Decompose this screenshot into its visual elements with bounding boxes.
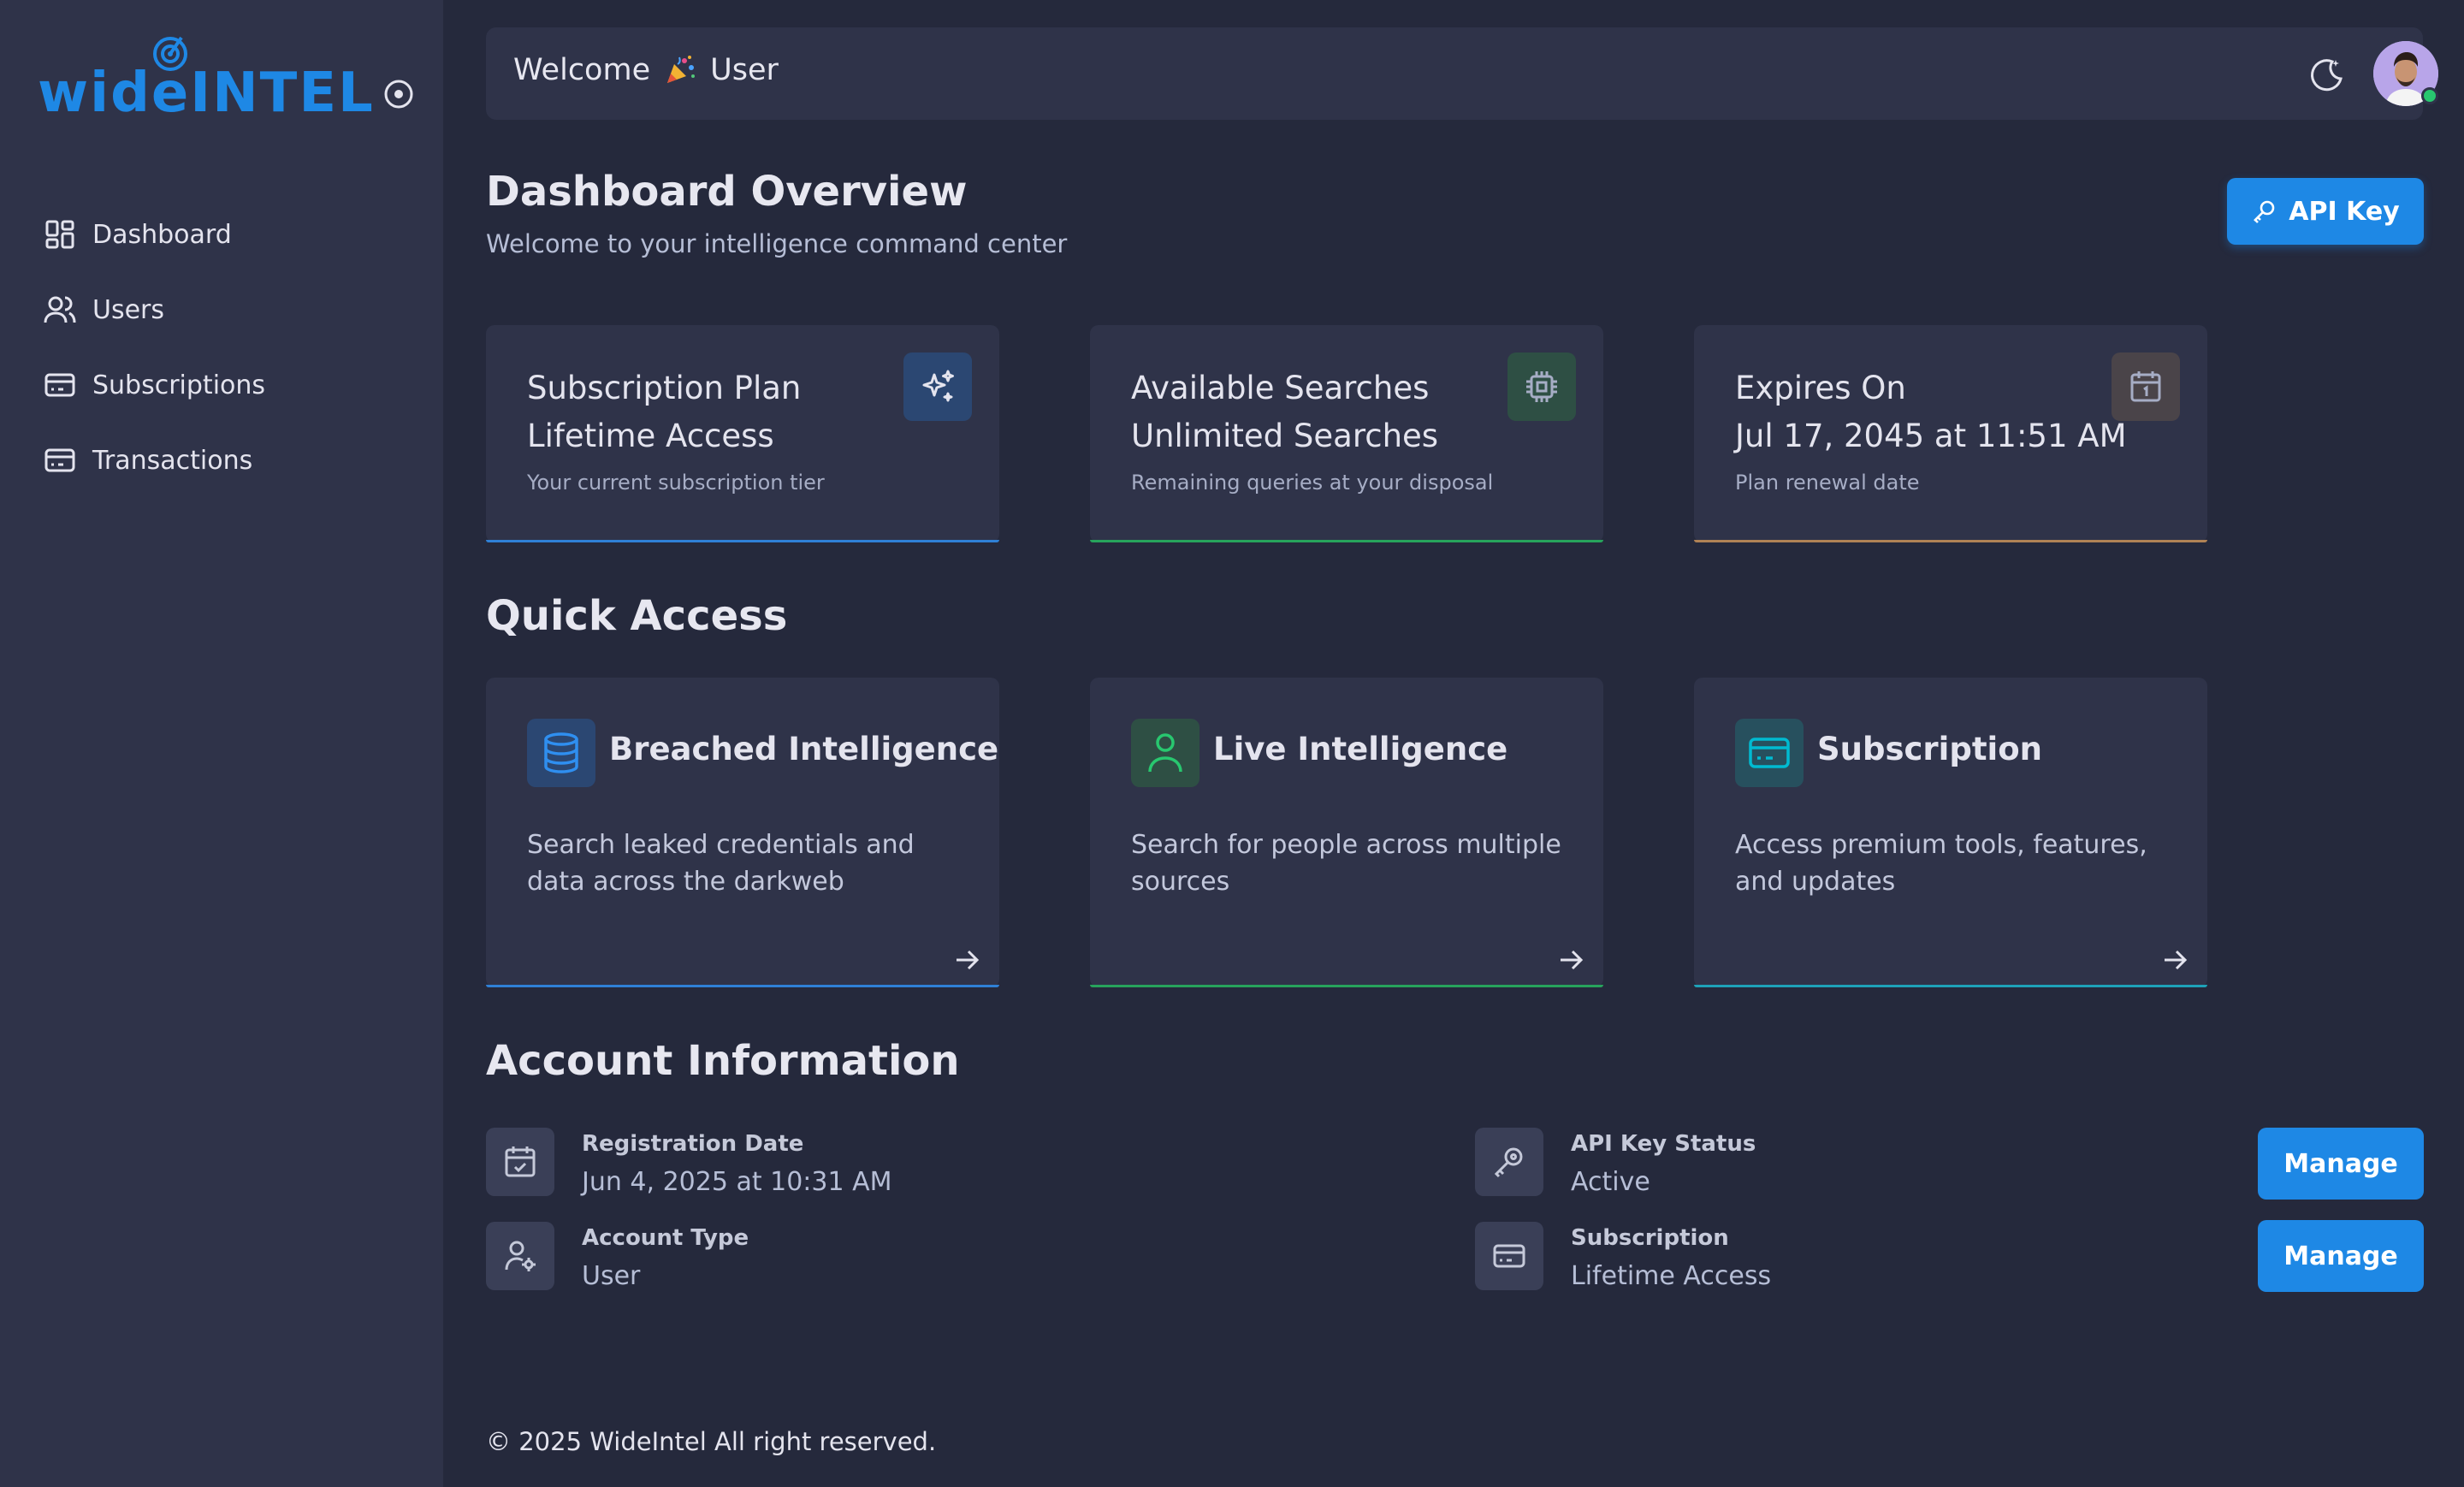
footer-copyright: © 2025 WideIntel All right reserved.	[486, 1427, 937, 1456]
brand-logo[interactable]: wideINTEL	[38, 33, 373, 125]
api-key-status-info: API Key Status Active	[1571, 1128, 1756, 1197]
topbar: Welcome User	[486, 27, 2438, 120]
database-icon	[527, 719, 595, 787]
card-description: Access premium tools, features, and upda…	[1735, 830, 2147, 897]
manage-api-key-button[interactable]: Manage	[2258, 1128, 2424, 1200]
stat-description: Remaining queries at your disposal	[1131, 471, 1494, 495]
sidebar-item-subscriptions[interactable]: Subscriptions	[0, 347, 443, 423]
registration-date-row: Registration Date Jun 4, 2025 at 10:31 A…	[486, 1128, 892, 1197]
card-accent-line	[1694, 985, 2207, 987]
card-title: Breached Intelligence	[609, 731, 999, 767]
stat-card-available-searches: Available Searches Unlimited Searches Re…	[1090, 325, 1603, 542]
sidebar: wideINTEL Dashboard Users Subscriptions …	[0, 0, 443, 1487]
account-type-info: Account Type User	[582, 1222, 749, 1291]
stat-description: Plan renewal date	[1735, 471, 1920, 495]
stat-card-expires-on: Expires On Jul 17, 2045 at 11:51 AM Plan…	[1694, 325, 2207, 542]
info-key: Subscription	[1571, 1225, 1729, 1251]
card-accent-line	[1694, 540, 2207, 542]
key-icon	[1475, 1128, 1543, 1196]
card-icon	[43, 443, 77, 477]
card-accent-line	[1090, 985, 1603, 987]
key-icon	[2251, 198, 2277, 224]
registration-date-info: Registration Date Jun 4, 2025 at 10:31 A…	[582, 1128, 892, 1197]
welcome-prefix: Welcome	[513, 53, 651, 87]
person-icon	[1131, 719, 1199, 787]
info-key: Registration Date	[582, 1131, 804, 1157]
credit-card-icon	[1475, 1222, 1543, 1290]
card-icon	[43, 368, 77, 402]
sidebar-item-dashboard[interactable]: Dashboard	[0, 197, 443, 272]
user-cog-icon	[486, 1222, 554, 1290]
arrow-right-icon[interactable]	[1555, 945, 1586, 975]
account-information-title: Account Information	[486, 1037, 960, 1085]
info-value: Jun 4, 2025 at 10:31 AM	[582, 1167, 892, 1197]
sidebar-nav: Dashboard Users Subscriptions Transactio…	[0, 197, 443, 498]
info-value: User	[582, 1261, 641, 1291]
welcome-message: Welcome User	[513, 53, 779, 87]
quick-access-card-subscription[interactable]: Subscription Access premium tools, featu…	[1694, 678, 2207, 987]
stat-label: Subscription Plan	[527, 370, 802, 406]
sidebar-item-transactions[interactable]: Transactions	[0, 423, 443, 498]
sparkles-icon	[903, 352, 972, 421]
quick-access-title: Quick Access	[486, 592, 788, 640]
main-content: Welcome User Dashboard Overview Welcome …	[443, 0, 2464, 1487]
info-value: Lifetime Access	[1571, 1261, 1772, 1291]
page-subtitle: Welcome to your intelligence command cen…	[486, 229, 1068, 258]
subscription-info: Subscription Lifetime Access	[1571, 1222, 1771, 1291]
account-type-row: Account Type User	[486, 1222, 749, 1291]
avatar[interactable]	[2373, 41, 2438, 106]
arrow-right-icon[interactable]	[2159, 945, 2190, 975]
app-root: wideINTEL Dashboard Users Subscriptions …	[0, 0, 2464, 1487]
stat-value: Jul 17, 2045 at 11:51 AM	[1735, 418, 2127, 454]
info-value: Active	[1571, 1167, 1650, 1197]
card-accent-line	[486, 985, 999, 987]
stat-card-subscription-plan: Subscription Plan Lifetime Access Your c…	[486, 325, 999, 542]
party-popper-icon	[664, 54, 696, 86]
stat-label: Expires On	[1735, 370, 1906, 406]
sidebar-item-label: Users	[92, 294, 165, 325]
users-icon	[43, 293, 77, 327]
api-key-button[interactable]: API Key	[2227, 178, 2424, 245]
dashboard-icon	[43, 217, 77, 252]
sidebar-item-label: Dashboard	[92, 219, 232, 250]
sidebar-toggle-icon[interactable]	[382, 77, 416, 111]
calendar-check-icon	[486, 1128, 554, 1196]
card-description: Search for people across multiple source…	[1131, 830, 1561, 897]
card-description: Search leaked credentials and data acros…	[527, 830, 915, 897]
sidebar-item-users[interactable]: Users	[0, 272, 443, 347]
moon-icon[interactable]	[2307, 55, 2346, 94]
cpu-icon	[1507, 352, 1576, 421]
brand-name: wideINTEL	[38, 62, 375, 125]
api-key-label: API Key	[2289, 196, 2400, 227]
stat-value: Lifetime Access	[527, 418, 774, 454]
calendar-icon	[2112, 352, 2180, 421]
card-accent-line	[1090, 540, 1603, 542]
card-title: Subscription	[1817, 731, 2042, 767]
arrow-right-icon[interactable]	[951, 945, 982, 975]
info-key: Account Type	[582, 1225, 749, 1251]
info-key: API Key Status	[1571, 1131, 1756, 1157]
subscription-row: Subscription Lifetime Access	[1475, 1222, 1771, 1291]
quick-access-card-breached-intelligence[interactable]: Breached Intelligence Search leaked cred…	[486, 678, 999, 987]
stat-label: Available Searches	[1131, 370, 1430, 406]
page-title: Dashboard Overview	[486, 168, 968, 216]
credit-card-icon	[1735, 719, 1804, 787]
card-accent-line	[486, 540, 999, 542]
stat-description: Your current subscription tier	[527, 471, 825, 495]
welcome-user: User	[710, 53, 779, 87]
manage-subscription-button[interactable]: Manage	[2258, 1220, 2424, 1292]
quick-access-card-live-intelligence[interactable]: Live Intelligence Search for people acro…	[1090, 678, 1603, 987]
card-title: Live Intelligence	[1213, 731, 1508, 767]
sidebar-item-label: Subscriptions	[92, 370, 266, 400]
api-key-status-row: API Key Status Active	[1475, 1128, 1756, 1197]
sidebar-item-label: Transactions	[92, 445, 253, 476]
stat-value: Unlimited Searches	[1131, 418, 1439, 454]
online-status-indicator	[2421, 87, 2438, 104]
